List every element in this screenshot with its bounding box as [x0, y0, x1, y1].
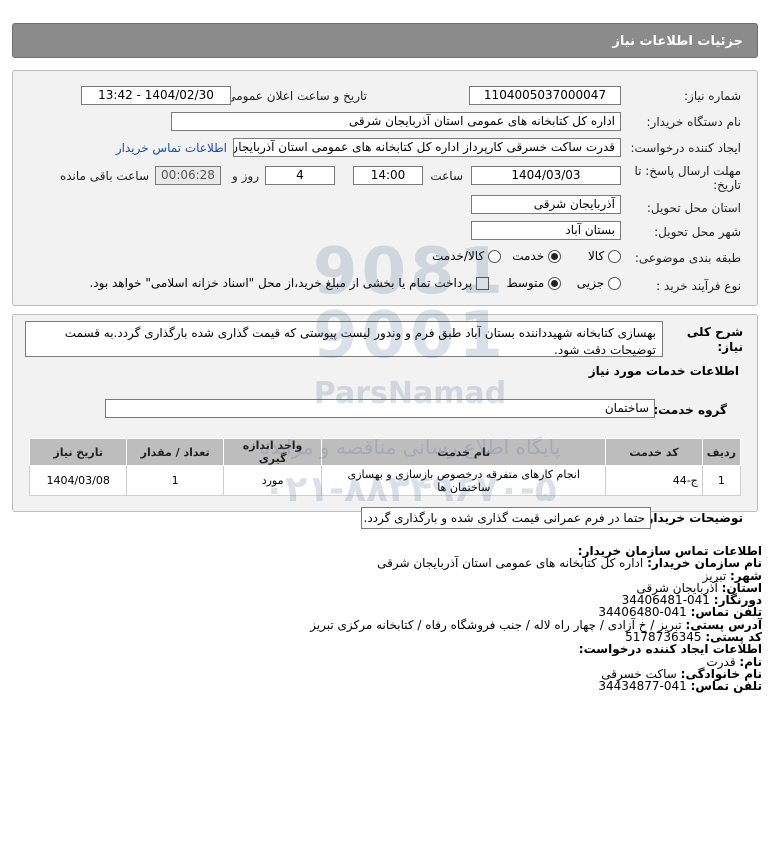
col-row-header: ردیف: [701, 438, 742, 466]
city-field: بستان آباد: [471, 221, 621, 240]
need-info-panel: شماره نیاز: 1104005037000047 تاریخ و ساع…: [12, 70, 758, 306]
deadline-label: مهلت ارسال پاسخ: تا: [634, 164, 741, 178]
page-title: جزئیات اطلاعات نیاز: [612, 34, 743, 49]
category-option-service[interactable]: خدمت: [512, 249, 561, 263]
buyer-notes-field: حتما در فرم عمرانی قیمت گذاری شده و بارگ…: [361, 507, 651, 529]
days-label: روز و: [232, 169, 259, 183]
creator-field: قدرت ساکت خسرقی کارپرداز اداره کل کتابخا…: [233, 138, 621, 157]
org-name-row: نام سازمان خریدار: اداره کل کتابخانه های…: [377, 556, 762, 571]
col-unit-header: واحد اندازه گیری: [222, 438, 323, 466]
radio-goods[interactable]: [608, 250, 621, 263]
deadline-date-label: تاریخ:: [713, 178, 741, 192]
need-details-panel: شرح کلی نیاز: بهسازی کتابخانه شهیدداننده…: [12, 314, 758, 529]
service-group-label: گروه خدمت:: [653, 403, 727, 417]
creator-label: ایجاد کننده درخواست:: [630, 141, 741, 155]
days-remaining-field: 4: [265, 166, 335, 185]
creator-phone-row: تلفن تماس: 041-34434877: [598, 679, 762, 694]
radio-medium[interactable]: [548, 277, 561, 290]
col-code-header: کد خدمت: [605, 438, 703, 466]
radio-minor[interactable]: [608, 277, 621, 290]
cell-code: ج-44: [605, 465, 703, 496]
col-name-header: نام خدمت: [321, 438, 607, 466]
deadline-date-field: 1404/03/03: [471, 166, 621, 185]
table-header-row: ردیف کد خدمت نام خدمت واحد اندازه گیری ت…: [28, 438, 742, 466]
creator-heading: اطلاعات ایجاد کننده درخواست:: [578, 642, 762, 657]
summary-label: شرح کلی نیاز:: [686, 325, 743, 354]
buyer-notes-label: توضیحات خریدار:: [641, 511, 743, 525]
service-group-field: ساختمان: [105, 399, 655, 418]
announce-datetime-field: 1404/02/30 - 13:42: [81, 86, 231, 105]
remaining-time-field: 00:06:28: [155, 166, 221, 185]
province-field: آذربایجان شرقی: [471, 195, 621, 214]
page-header: جزئیات اطلاعات نیاز: [12, 23, 758, 58]
city-label: شهر محل تحویل:: [654, 225, 741, 239]
radio-goods-service[interactable]: [488, 250, 501, 263]
announce-label: تاریخ و ساعت اعلان عمومی:: [222, 89, 367, 103]
buyer-org-label: نام دستگاه خریدار:: [646, 115, 742, 129]
buyer-contact-link[interactable]: اطلاعات تماس خریدار: [116, 141, 227, 155]
table-row: 1 ج-44 انجام کارهای متفرقه درخصوص بازساز…: [28, 465, 742, 496]
need-number-label: شماره نیاز:: [684, 89, 741, 103]
process-option-minor[interactable]: جزیی: [577, 276, 621, 290]
cell-name: انجام کارهای متفرقه درخصوص بازسازی و بهس…: [321, 465, 607, 496]
services-heading: اطلاعات خدمات مورد نیاز: [588, 364, 739, 378]
need-number-field: 1104005037000047: [469, 86, 621, 105]
process-option-medium[interactable]: متوسط: [506, 276, 561, 290]
category-option-goods[interactable]: کالا: [588, 249, 621, 263]
col-qty-header: تعداد / مقدار: [126, 438, 224, 466]
treasury-payment-option[interactable]: پرداخت تمام یا بخشی از مبلغ خرید،از محل …: [89, 276, 489, 290]
deadline-time-label: ساعت: [430, 169, 463, 183]
cell-qty: 1: [126, 465, 224, 496]
radio-service[interactable]: [548, 250, 561, 263]
cell-date: 1404/03/08: [28, 465, 128, 496]
contact-section: اطلاعات تماس سازمان خریدار: نام سازمان خ…: [22, 545, 762, 693]
category-label: طبقه بندی موضوعی:: [634, 251, 741, 265]
province-label: استان محل تحویل:: [646, 201, 741, 215]
deadline-time-field: 14:00: [353, 166, 423, 185]
summary-box: بهسازی کتابخانه شهیدداننده بستان آباد طب…: [25, 321, 663, 357]
category-option-goods-service[interactable]: کالا/خدمت: [432, 249, 501, 263]
services-table: ردیف کد خدمت نام خدمت واحد اندازه گیری ت…: [28, 438, 742, 496]
remaining-label: ساعت باقی مانده: [59, 169, 149, 183]
process-label: نوع فرآیند خرید :: [656, 279, 741, 293]
cell-unit: مورد: [222, 465, 323, 496]
treasury-checkbox[interactable]: [476, 277, 489, 290]
col-date-header: تاریخ نیاز: [28, 438, 128, 466]
buyer-org-field: اداره کل کتابخانه های عمومی استان آذربای…: [171, 112, 621, 131]
cell-row: 1: [701, 465, 742, 496]
